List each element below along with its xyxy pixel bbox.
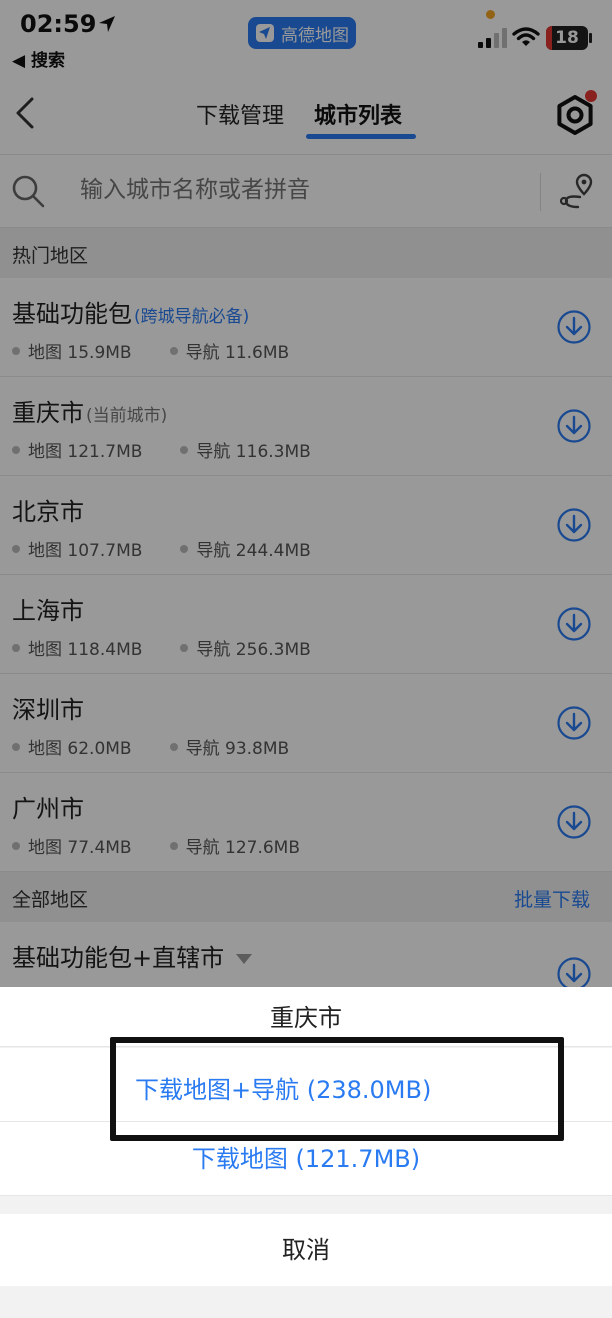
action-sheet-title: 重庆市 [0, 987, 612, 1047]
download-action-sheet: 重庆市 下载地图+导航 (238.0MB) 下载地图 (121.7MB) 取消 [0, 987, 612, 1318]
download-map-only-button[interactable]: 下载地图 (121.7MB) [0, 1122, 612, 1196]
cancel-button[interactable]: 取消 [0, 1214, 612, 1286]
download-map-and-nav-label: 下载地图+导航 (238.0MB) [135, 1076, 432, 1104]
download-map-and-nav-button[interactable]: 下载地图+导航 (238.0MB) [0, 1048, 612, 1122]
modal-backdrop[interactable] [0, 0, 612, 987]
